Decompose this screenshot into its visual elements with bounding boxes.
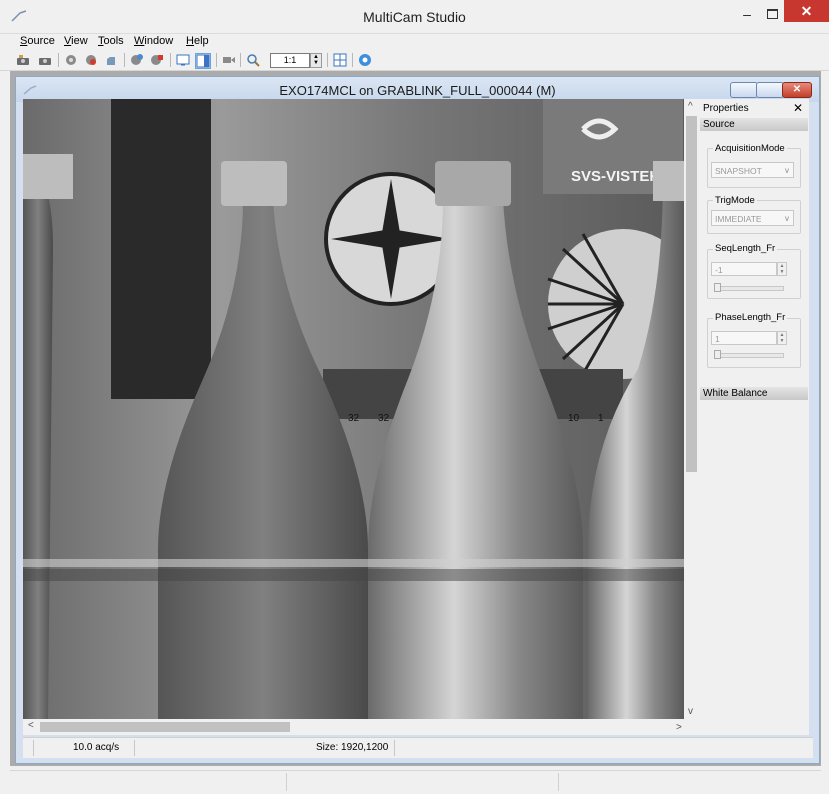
phase-length-input[interactable]: 1	[711, 331, 777, 345]
phase-length-slider-thumb[interactable]	[714, 350, 721, 359]
chart-number-3: 10	[568, 413, 580, 424]
zoom-in-icon[interactable]	[246, 53, 260, 67]
menu-help[interactable]: Help	[186, 35, 209, 47]
phase-length-label: PhaseLength_Fr	[713, 312, 788, 323]
close-button[interactable]: ✕	[784, 0, 829, 22]
menu-source[interactable]: Source	[20, 35, 55, 47]
camera-image: SVS-VISTEK 32 32 10 1	[23, 99, 684, 719]
minimize-button[interactable]: –	[737, 6, 757, 22]
menu-tools[interactable]: Tools	[98, 35, 124, 47]
trig-mode-value: IMMEDIATE	[715, 214, 762, 224]
child-window-title: EXO174MCL on GRABLINK_FULL_000044 (M)	[279, 83, 556, 98]
maximize-icon	[766, 9, 778, 19]
acquisition-mode-label: AcquisitionMode	[713, 143, 787, 154]
section-source[interactable]: Source	[700, 118, 808, 131]
section-white-balance[interactable]: White Balance	[700, 387, 808, 400]
acquisition-rate: 10.0 acq/s	[73, 742, 120, 753]
menu-bar: Source View Tools Window Help	[0, 33, 829, 49]
image-size: Size: 1920,1200	[316, 742, 389, 753]
settings-icon[interactable]	[64, 53, 78, 67]
title-bar: MultiCam Studio – ✕	[0, 0, 829, 34]
properties-title: Properties	[703, 103, 749, 114]
refresh-icon[interactable]	[130, 53, 144, 67]
video-icon[interactable]	[222, 53, 236, 67]
trig-mode-label: TrigMode	[713, 195, 757, 206]
child-close-button[interactable]: ✕	[782, 82, 812, 98]
scroll-left-arrow-icon[interactable]: <	[28, 720, 34, 731]
seq-length-label: SeqLength_Fr	[713, 243, 778, 254]
camera-open-icon[interactable]	[38, 53, 52, 67]
chart-number-2: 32	[378, 413, 390, 424]
menu-window[interactable]: Window	[134, 35, 173, 47]
scroll-right-arrow-icon[interactable]: >	[676, 722, 682, 733]
properties-close-icon[interactable]: ✕	[793, 101, 803, 115]
phase-length-spinner[interactable]: ▲ ▼	[777, 331, 787, 345]
phase-length-slider[interactable]	[714, 353, 784, 358]
hand-icon[interactable]	[104, 53, 118, 67]
seq-length-input[interactable]: -1	[711, 262, 777, 276]
child-status-bar: 10.0 acq/s Size: 1920,1200	[23, 737, 813, 758]
window-title: MultiCam Studio	[363, 9, 466, 25]
record-icon[interactable]	[84, 53, 98, 67]
child-maximize-button[interactable]	[756, 82, 784, 98]
zoom-spinner[interactable]: ▲ ▼	[310, 53, 322, 68]
image-brand-text: SVS-VISTEK	[571, 168, 660, 185]
zoom-input[interactable]: 1:1	[270, 53, 310, 68]
seq-length-spinner[interactable]: ▲ ▼	[777, 262, 787, 276]
maximize-button[interactable]	[762, 6, 782, 22]
scroll-up-arrow-icon[interactable]: ^	[688, 101, 693, 112]
help-icon[interactable]	[358, 53, 372, 67]
chevron-down-icon: v	[785, 214, 789, 223]
vertical-scroll-thumb[interactable]	[686, 116, 697, 472]
horizontal-scroll-thumb[interactable]	[40, 722, 290, 732]
chart-number-1: 32	[348, 413, 360, 424]
display-icon[interactable]	[176, 53, 190, 67]
main-status-bar	[10, 770, 821, 793]
chart-number-4: 1	[598, 413, 604, 424]
menu-view[interactable]: View	[64, 35, 88, 47]
stop-icon[interactable]	[150, 53, 164, 67]
camera-icon[interactable]	[16, 53, 30, 67]
trig-mode-dropdown[interactable]: IMMEDIATE v	[711, 210, 794, 226]
grid-icon[interactable]	[333, 53, 347, 67]
seq-length-slider[interactable]	[714, 286, 784, 291]
scroll-down-arrow-icon[interactable]: v	[688, 706, 693, 717]
acquisition-mode-value: SNAPSHOT	[715, 166, 762, 176]
chevron-down-icon: v	[785, 166, 789, 175]
panel-icon[interactable]	[195, 53, 211, 69]
seq-length-slider-thumb[interactable]	[714, 283, 721, 292]
child-minimize-button[interactable]	[730, 82, 758, 98]
acquisition-mode-dropdown[interactable]: SNAPSHOT v	[711, 162, 794, 178]
image-view[interactable]: SVS-VISTEK 32 32 10 1	[23, 99, 684, 719]
toolbar: 1:1 ▲ ▼	[0, 50, 829, 71]
